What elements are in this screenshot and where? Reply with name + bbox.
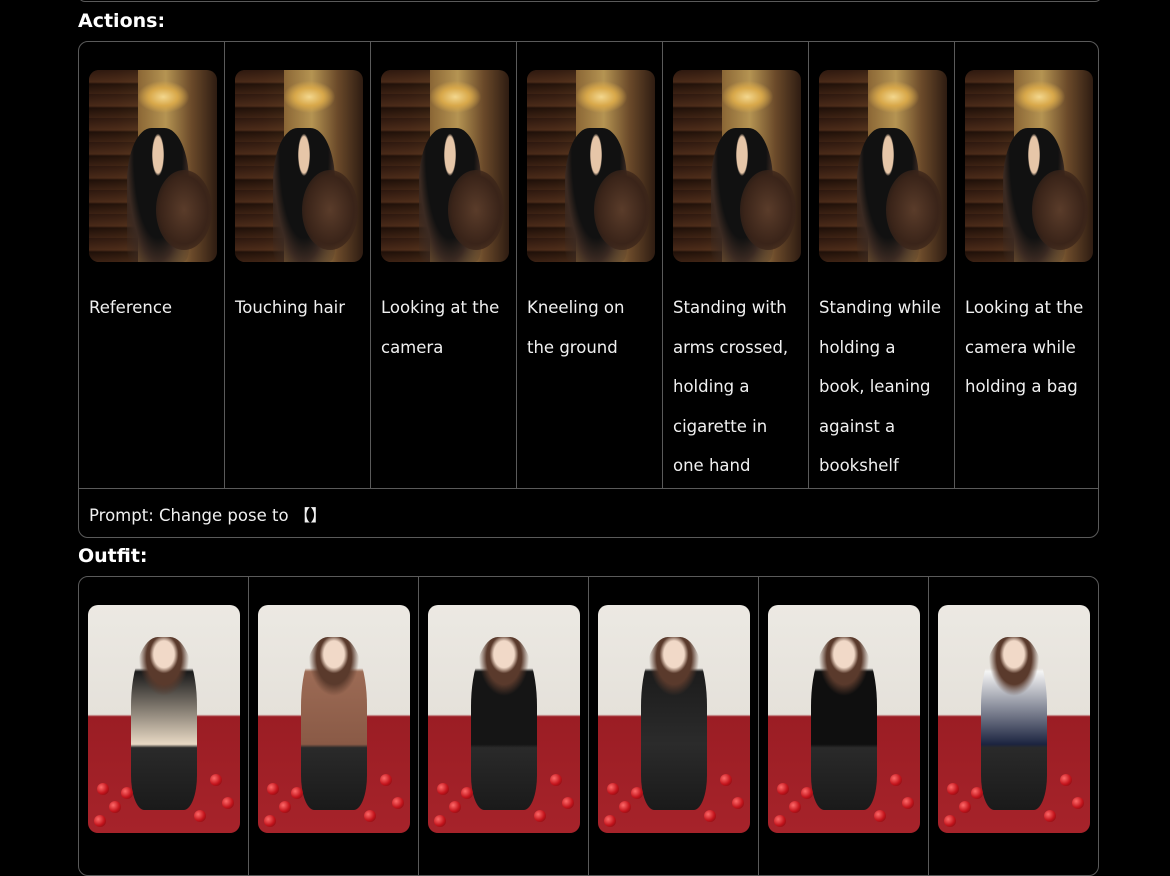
apple-shape	[801, 787, 814, 800]
action-column-kneeling: Kneeling on the ground	[517, 42, 663, 488]
apple-shape	[1059, 773, 1072, 786]
outfit-panel	[78, 576, 1099, 876]
apple-shape	[947, 782, 960, 795]
apple-shape	[279, 801, 292, 814]
apple-shape	[549, 773, 562, 786]
fur-coat-shape	[739, 169, 796, 251]
apple-shape	[901, 796, 914, 809]
action-photo[interactable]	[89, 70, 217, 262]
apple-shape	[704, 810, 717, 823]
previous-section-border	[78, 0, 1102, 2]
apple-shape	[291, 787, 304, 800]
action-label: Reference	[89, 298, 173, 317]
fur-coat-shape	[885, 169, 942, 251]
fur-coat-shape	[593, 169, 650, 251]
action-label: Looking at the camera while holding a ba…	[965, 298, 1084, 396]
apple-shape	[607, 782, 620, 795]
outfit-column	[929, 577, 1098, 875]
fur-coat-shape	[301, 169, 358, 251]
action-label: Kneeling on the ground	[527, 298, 625, 357]
model-shape	[300, 636, 368, 811]
model-shape	[810, 636, 878, 811]
apple-shape	[774, 814, 787, 827]
apple-shape	[1071, 796, 1084, 809]
apple-shape	[437, 782, 450, 795]
action-label: Standing with arms crossed, holding a ci…	[673, 298, 789, 475]
apple-shape	[449, 801, 462, 814]
apple-shape	[209, 773, 222, 786]
apple-shape	[379, 773, 392, 786]
apple-shape	[461, 787, 474, 800]
action-column-reference: Reference	[79, 42, 225, 488]
outfit-column	[419, 577, 589, 875]
apple-shape	[971, 787, 984, 800]
apple-shape	[789, 801, 802, 814]
apple-shape	[264, 814, 277, 827]
outfit-photo[interactable]	[768, 605, 920, 833]
apple-shape	[1044, 810, 1057, 823]
action-column-holding-book: Standing while holding a book, leaning a…	[809, 42, 955, 488]
actions-panel: Reference Touching hair Looking at the c…	[78, 41, 1099, 538]
prompt-text: Prompt: Change pose to 【】	[89, 506, 327, 525]
action-photo[interactable]	[965, 70, 1093, 262]
apple-shape	[194, 810, 207, 823]
action-column-arms-crossed: Standing with arms crossed, holding a ci…	[663, 42, 809, 488]
model-shape	[980, 636, 1048, 811]
apple-shape	[944, 814, 957, 827]
apple-shape	[604, 814, 617, 827]
outfit-photo[interactable]	[88, 605, 240, 833]
action-photo[interactable]	[235, 70, 363, 262]
outfit-column	[79, 577, 249, 875]
outfit-column	[589, 577, 759, 875]
apple-shape	[534, 810, 547, 823]
apple-shape	[97, 782, 110, 795]
apple-shape	[731, 796, 744, 809]
action-label: Standing while holding a book, leaning a…	[819, 298, 942, 475]
fur-coat-shape	[447, 169, 504, 251]
apple-shape	[619, 801, 632, 814]
apple-shape	[777, 782, 790, 795]
apple-shape	[391, 796, 404, 809]
model-shape	[470, 636, 538, 811]
outfit-photo[interactable]	[428, 605, 580, 833]
outfit-photo[interactable]	[938, 605, 1090, 833]
outfit-column	[759, 577, 929, 875]
action-label: Touching hair	[235, 298, 346, 317]
apple-shape	[109, 801, 122, 814]
outfit-photo[interactable]	[598, 605, 750, 833]
action-column-touching-hair: Touching hair	[225, 42, 371, 488]
outfit-section-title: Outfit:	[78, 545, 148, 567]
apple-shape	[874, 810, 887, 823]
apple-shape	[719, 773, 732, 786]
model-shape	[640, 636, 708, 811]
action-label: Looking at the camera	[381, 298, 500, 357]
model-shape	[130, 636, 198, 811]
apple-shape	[889, 773, 902, 786]
apple-shape	[959, 801, 972, 814]
action-column-looking-at-camera: Looking at the camera	[371, 42, 517, 488]
apple-shape	[561, 796, 574, 809]
apple-shape	[121, 787, 134, 800]
action-photo[interactable]	[673, 70, 801, 262]
action-column-holding-bag: Looking at the camera while holding a ba…	[955, 42, 1098, 488]
actions-grid: Reference Touching hair Looking at the c…	[79, 42, 1098, 489]
fur-coat-shape	[155, 169, 212, 251]
outfit-photo[interactable]	[258, 605, 410, 833]
apple-shape	[94, 814, 107, 827]
apple-shape	[221, 796, 234, 809]
apple-shape	[434, 814, 447, 827]
outfit-column	[249, 577, 419, 875]
apple-shape	[364, 810, 377, 823]
fur-coat-shape	[1031, 169, 1088, 251]
action-photo[interactable]	[527, 70, 655, 262]
apple-shape	[267, 782, 280, 795]
apple-shape	[631, 787, 644, 800]
action-photo[interactable]	[381, 70, 509, 262]
action-photo[interactable]	[819, 70, 947, 262]
actions-section-title: Actions:	[78, 10, 166, 32]
